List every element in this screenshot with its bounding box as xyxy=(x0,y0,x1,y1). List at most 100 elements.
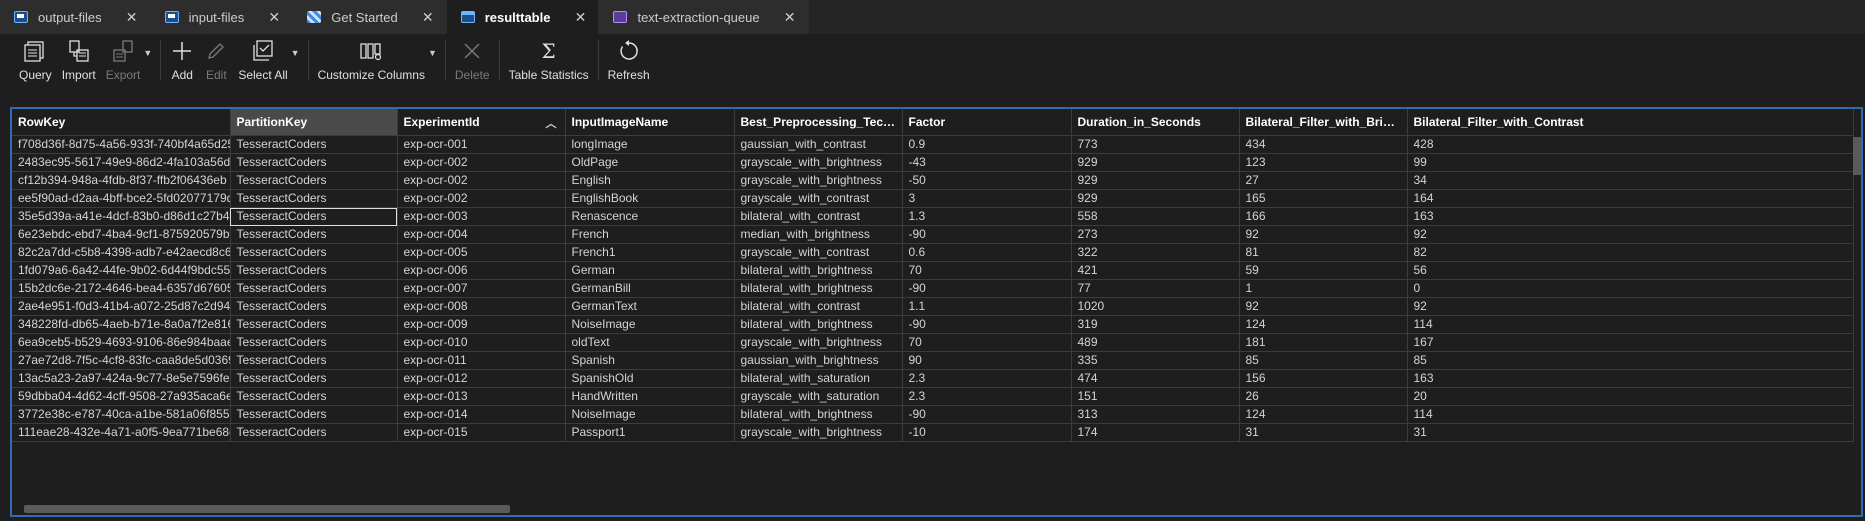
table-cell[interactable]: 163 xyxy=(1407,369,1854,388)
table-cell[interactable]: 85 xyxy=(1407,351,1854,370)
table-cell[interactable]: 0.6 xyxy=(902,243,1072,262)
table-row[interactable]: f708d36f-8d75-4a56-933f-740bf4a65d25 Tess… xyxy=(12,135,1854,154)
table-cell[interactable]: 174 xyxy=(1071,423,1240,442)
vertical-scrollbar[interactable] xyxy=(1853,137,1861,175)
table-cell[interactable]: 151 xyxy=(1071,387,1240,406)
table-cell[interactable]: NoiseImage xyxy=(565,405,735,424)
table-cell[interactable]: 59 xyxy=(1239,261,1408,280)
table-cell[interactable]: bilateral_with_contrast xyxy=(734,207,903,226)
table-cell[interactable]: Renascence xyxy=(565,207,735,226)
table-cell[interactable]: HandWritten xyxy=(565,387,735,406)
table-cell[interactable]: -10 xyxy=(902,423,1072,442)
table-row[interactable]: 3772e38c-e787-40ca-a1be-581a06f85524 Tess… xyxy=(12,405,1854,424)
table-cell[interactable]: 313 xyxy=(1071,405,1240,424)
table-cell[interactable]: median_with_brightness xyxy=(734,225,903,244)
table-row[interactable]: 2ae4e951-f0d3-41b4-a072-25d87c2d9482 Tess… xyxy=(12,297,1854,316)
table-cell[interactable]: 273 xyxy=(1071,225,1240,244)
tab-output-files[interactable]: output-files ✕ xyxy=(0,0,151,34)
table-cell[interactable]: exp-ocr-002 xyxy=(397,189,566,208)
column-header-best-preprocessing[interactable]: Best_Preprocessing_Techniq... xyxy=(734,109,903,136)
table-cell[interactable]: 124 xyxy=(1239,315,1408,334)
table-cell[interactable]: 77 xyxy=(1071,279,1240,298)
table-cell[interactable]: -90 xyxy=(902,315,1072,334)
table-cell[interactable]: 489 xyxy=(1071,333,1240,352)
table-cell[interactable]: 124 xyxy=(1239,405,1408,424)
close-icon[interactable]: ✕ xyxy=(420,9,436,26)
table-cell[interactable]: 0 xyxy=(1407,279,1854,298)
table-cell[interactable]: 123 xyxy=(1239,153,1408,172)
export-button[interactable]: Export xyxy=(106,34,140,86)
table-cell[interactable]: Spanish xyxy=(565,351,735,370)
table-cell[interactable]: exp-ocr-008 xyxy=(397,297,566,316)
table-cell[interactable]: TesseractCoders xyxy=(230,405,398,424)
horizontal-scrollbar[interactable] xyxy=(24,505,510,513)
table-cell[interactable]: bilateral_with_brightness xyxy=(734,261,903,280)
table-cell[interactable]: 59dbba04-4d62-4cff-9508-27a935aca6ec xyxy=(12,387,231,406)
table-cell[interactable]: exp-ocr-004 xyxy=(397,225,566,244)
table-cell[interactable]: f708d36f-8d75-4a56-933f-740bf4a65d25 xyxy=(12,135,231,154)
refresh-button[interactable]: Refresh xyxy=(608,34,650,86)
table-cell[interactable]: 90 xyxy=(902,351,1072,370)
table-cell[interactable]: 335 xyxy=(1071,351,1240,370)
table-cell[interactable]: gaussian_with_contrast xyxy=(734,135,903,154)
table-cell[interactable]: exp-ocr-009 xyxy=(397,315,566,334)
table-cell[interactable]: TesseractCoders xyxy=(230,207,398,226)
table-cell[interactable]: TesseractCoders xyxy=(230,297,398,316)
table-cell[interactable]: 2ae4e951-f0d3-41b4-a072-25d87c2d9482 xyxy=(12,297,231,316)
table-cell[interactable]: exp-ocr-011 xyxy=(397,351,566,370)
table-cell[interactable]: TesseractCoders xyxy=(230,135,398,154)
table-cell[interactable]: 428 xyxy=(1407,135,1854,154)
table-cell[interactable]: grayscale_with_contrast xyxy=(734,243,903,262)
table-cell[interactable]: 421 xyxy=(1071,261,1240,280)
table-cell[interactable]: 1fd079a6-6a42-44fe-9b02-6d44f9bdc55b xyxy=(12,261,231,280)
table-cell[interactable]: -90 xyxy=(902,405,1072,424)
column-header-bilateral-contrast[interactable]: Bilateral_Filter_with_Contrast xyxy=(1407,109,1854,136)
tab-input-files[interactable]: input-files ✕ xyxy=(150,0,294,34)
table-row[interactable]: 111eae28-432e-4a71-a0f5-9ea771be68e0 Tess… xyxy=(12,423,1854,442)
column-header-duration[interactable]: Duration_in_Seconds xyxy=(1071,109,1240,136)
table-cell[interactable]: gaussian_with_brightness xyxy=(734,351,903,370)
table-cell[interactable]: 34 xyxy=(1407,171,1854,190)
table-cell[interactable]: 167 xyxy=(1407,333,1854,352)
table-cell[interactable]: grayscale_with_brightness xyxy=(734,153,903,172)
table-row[interactable]: 6e23ebdc-ebd7-4ba4-9cf1-875920579b31 Tess… xyxy=(12,225,1854,244)
table-cell[interactable]: exp-ocr-012 xyxy=(397,369,566,388)
table-cell[interactable]: German xyxy=(565,261,735,280)
table-cell[interactable]: 92 xyxy=(1407,297,1854,316)
table-cell[interactable]: 163 xyxy=(1407,207,1854,226)
table-cell[interactable]: -43 xyxy=(902,153,1072,172)
table-cell[interactable]: 3772e38c-e787-40ca-a1be-581a06f85524 xyxy=(12,405,231,424)
table-cell[interactable]: 929 xyxy=(1071,189,1240,208)
table-cell[interactable]: 3 xyxy=(902,189,1072,208)
customize-columns-dropdown-chevron-icon[interactable]: ▼ xyxy=(428,48,437,58)
table-cell[interactable]: 35e5d39a-a41e-4dcf-83b0-d86d1c27b4f1 xyxy=(12,207,231,226)
table-cell[interactable]: TesseractCoders xyxy=(230,171,398,190)
table-row[interactable]: 82c2a7dd-c5b8-4398-adb7-e42aecd8c673 Tess… xyxy=(12,243,1854,262)
table-cell[interactable]: bilateral_with_saturation xyxy=(734,369,903,388)
table-cell[interactable]: 166 xyxy=(1239,207,1408,226)
table-cell[interactable]: TesseractCoders xyxy=(230,333,398,352)
table-cell[interactable]: 164 xyxy=(1407,189,1854,208)
table-cell[interactable]: exp-ocr-006 xyxy=(397,261,566,280)
table-cell[interactable]: 2.3 xyxy=(902,387,1072,406)
table-cell[interactable]: ee5f90ad-d2aa-4bff-bce2-5fd02077179d xyxy=(12,189,231,208)
table-cell[interactable]: TesseractCoders xyxy=(230,315,398,334)
table-row[interactable]: 59dbba04-4d62-4cff-9508-27a935aca6ec Tess… xyxy=(12,387,1854,406)
select-all-dropdown-chevron-icon[interactable]: ▼ xyxy=(291,48,300,58)
table-cell[interactable]: exp-ocr-013 xyxy=(397,387,566,406)
table-cell[interactable]: 92 xyxy=(1239,297,1408,316)
table-cell[interactable]: 1.1 xyxy=(902,297,1072,316)
table-cell[interactable]: oldText xyxy=(565,333,735,352)
table-cell[interactable]: NoiseImage xyxy=(565,315,735,334)
table-cell[interactable]: -90 xyxy=(902,279,1072,298)
table-cell[interactable]: exp-ocr-007 xyxy=(397,279,566,298)
table-row[interactable]: 348228fd-db65-4aeb-b71e-8a0a7f2e816a Tess… xyxy=(12,315,1854,334)
column-header-inputimagename[interactable]: InputImageName xyxy=(565,109,735,136)
table-cell[interactable]: 27 xyxy=(1239,171,1408,190)
table-cell[interactable]: 2.3 xyxy=(902,369,1072,388)
close-icon[interactable]: ✕ xyxy=(124,9,140,26)
import-button[interactable]: Import xyxy=(62,34,96,86)
table-cell[interactable]: exp-ocr-015 xyxy=(397,423,566,442)
table-cell[interactable]: 1 xyxy=(1239,279,1408,298)
table-cell[interactable]: bilateral_with_brightness xyxy=(734,315,903,334)
